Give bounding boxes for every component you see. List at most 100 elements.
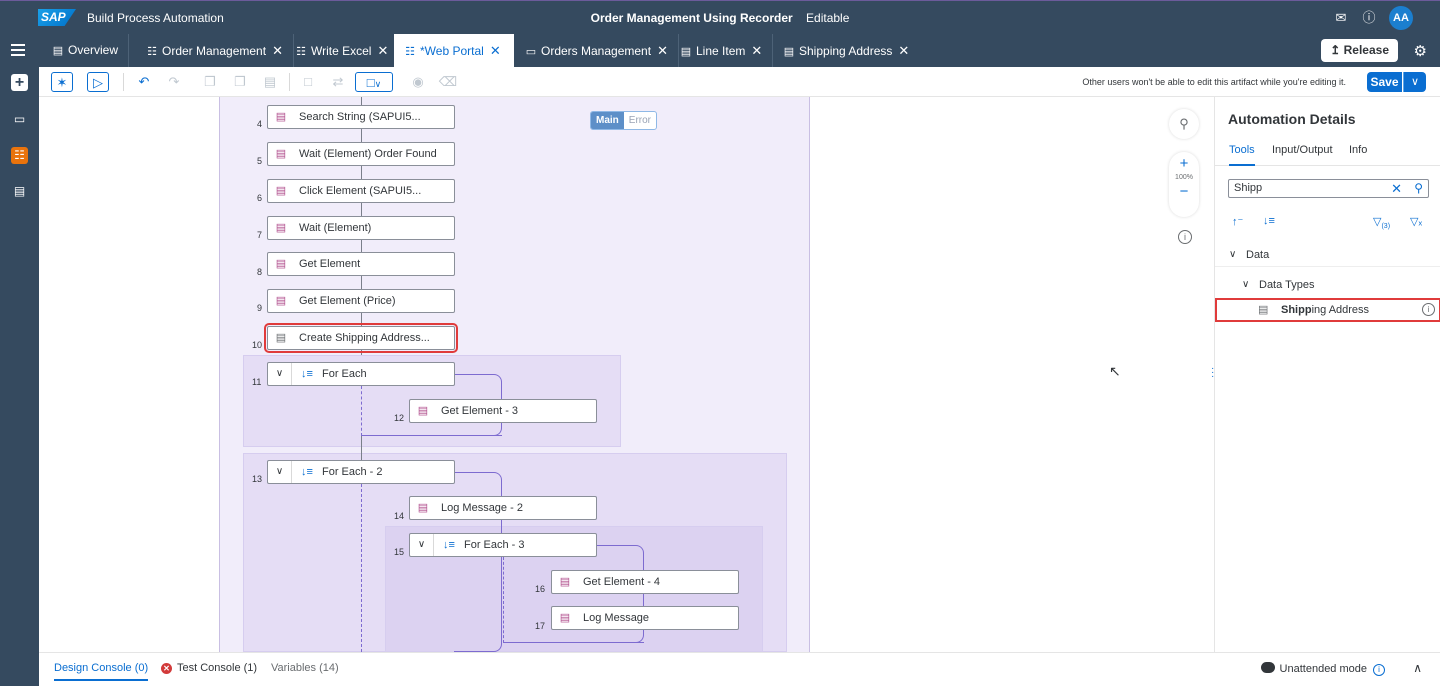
tab-label: Overview (68, 43, 119, 57)
chevron-down-icon[interactable]: ∨ (268, 363, 292, 385)
filter-icon[interactable]: ▽(3) (1373, 215, 1390, 230)
chevron-down-icon[interactable]: ∨ (1229, 243, 1236, 267)
loop-icon: ↓≡ (301, 466, 313, 478)
close-icon[interactable]: ✕ (490, 34, 501, 67)
save-options-button[interactable]: ∨ (1403, 72, 1426, 92)
tab-variables[interactable]: Variables (14) (271, 662, 339, 674)
zoom-level[interactable]: 100% (1169, 174, 1199, 182)
project-title: Order Management Using Recorder (590, 11, 793, 25)
clear-filter-icon[interactable]: ▽ₓ (1410, 215, 1422, 228)
tab-label: Shipping Address (799, 44, 893, 58)
close-icon[interactable]: ✕ (751, 34, 762, 67)
flow-lane: Main Error 4 ▤ Search String (SAPUI5... 5 … (219, 97, 810, 652)
toggle-main[interactable]: Main (591, 112, 624, 129)
step-get-element-4[interactable]: ▤ Get Element - 4 (551, 570, 739, 594)
chevron-down-icon[interactable]: ∨ (1242, 273, 1249, 297)
main-error-toggle[interactable]: Main Error (590, 111, 658, 130)
tab-test-console[interactable]: ✕ Test Console (1) (161, 662, 257, 674)
list-icon[interactable]: ▤ (11, 183, 28, 200)
step-click-element[interactable]: ▤ Click Element (SAPUI5... (267, 179, 455, 203)
debug-icon[interactable]: ✶ (51, 72, 73, 92)
zoom-out-icon[interactable]: − (1169, 182, 1199, 202)
close-icon[interactable]: ✕ (898, 34, 909, 67)
tab-info[interactable]: Info (1349, 144, 1367, 166)
info-icon[interactable]: i (1373, 664, 1385, 676)
clipboard-icon: ▤ (275, 148, 287, 160)
hide-icon[interactable]: ◉ (407, 72, 429, 92)
clear-icon[interactable]: ✕ (1391, 180, 1402, 197)
tab-shipping-address[interactable]: ▤ Shipping Address ✕ (773, 34, 919, 67)
canvas-search-icon[interactable]: ⚲ (1169, 109, 1199, 139)
chevron-up-icon[interactable]: ∧ (1413, 661, 1422, 675)
toggle-error[interactable]: Error (624, 112, 656, 129)
tab-line-item[interactable]: ▤ Line Item ✕ (670, 34, 774, 67)
step-create-shipping-address[interactable]: ▤ Create Shipping Address... (264, 323, 458, 353)
chevron-down-icon[interactable]: ∨ (410, 534, 434, 556)
avatar[interactable]: AA (1389, 6, 1413, 30)
editor-toolbar: ✶ ▷ ↶ ↷ ❐ ❐ ▤ □ ⇄ □∨ ◉ ⌫ Other users won… (39, 67, 1440, 97)
step-search-string[interactable]: ▤ Search String (SAPUI5... (267, 105, 455, 129)
step-get-element-price[interactable]: ▤ Get Element (Price) (267, 289, 455, 313)
tab-label: Orders Management (541, 44, 652, 58)
step-log-message[interactable]: ▤ Log Message (551, 606, 739, 630)
step-for-each[interactable]: ∨ ↓≡ For Each (267, 362, 455, 386)
step-label: For Each (322, 368, 367, 380)
hierarchy-icon[interactable]: ☷ (11, 147, 28, 164)
step-wait-element[interactable]: ▤ Wait (Element) (267, 216, 455, 240)
add-icon[interactable]: + (11, 74, 28, 91)
copy-icon[interactable]: ❐ (199, 72, 221, 92)
save-button[interactable]: Save (1367, 72, 1402, 92)
tab-input-output[interactable]: Input/Output (1272, 144, 1333, 166)
sort-ascending-icon[interactable]: ↑⁻ (1232, 215, 1243, 228)
unattended-mode[interactable]: Unattended mode i (1260, 662, 1385, 676)
redo-icon[interactable]: ↷ (163, 72, 185, 92)
add-step-icon[interactable]: □ (297, 72, 319, 92)
close-icon[interactable]: ✕ (377, 34, 388, 67)
search-icon[interactable]: ⚲ (1414, 180, 1423, 197)
chevron-down-icon[interactable]: ∨ (268, 461, 292, 483)
workflow-canvas[interactable]: Main Error 4 ▤ Search String (SAPUI5... 5 … (39, 97, 1214, 652)
tab-order-management[interactable]: ☷ Order Management ✕ (136, 34, 294, 67)
menu-icon[interactable] (11, 44, 25, 56)
tab-write-excel[interactable]: ☷ Write Excel ✕ (285, 34, 400, 67)
release-button[interactable]: ↥ Release (1321, 39, 1398, 62)
tab-orders-management[interactable]: ▭ Orders Management ✕ (515, 34, 679, 67)
zoom-in-icon[interactable]: + (1169, 154, 1199, 174)
step-for-each-3[interactable]: ∨ ↓≡ For Each - 3 (409, 533, 597, 557)
tree-node-data-types[interactable]: ∨ Data Types (1215, 273, 1440, 297)
info-icon[interactable]: i (1178, 230, 1192, 244)
step-log-message-2[interactable]: ▤ Log Message - 2 (409, 496, 597, 520)
select-mode-dropdown[interactable]: □∨ (355, 72, 393, 92)
tab-web-portal[interactable]: ☷ *Web Portal ✕ (394, 34, 514, 67)
tab-overview[interactable]: ▤ Overview (42, 34, 130, 67)
gear-icon[interactable]: ⚙ (1414, 42, 1427, 60)
close-icon[interactable]: ✕ (657, 34, 668, 67)
step-get-element-3[interactable]: ▤ Get Element - 3 (409, 399, 597, 423)
tab-tools[interactable]: Tools (1229, 144, 1255, 166)
separator (289, 73, 290, 91)
screen-icon: ▭ (525, 46, 537, 58)
step-get-element[interactable]: ▤ Get Element (267, 252, 455, 276)
clipboard-icon: ▤ (559, 576, 571, 588)
help-icon[interactable]: ⓘ (1361, 10, 1377, 26)
run-icon[interactable]: ▷ (87, 72, 109, 92)
monitor-icon[interactable]: ▭ (11, 111, 28, 128)
sap-logo[interactable]: SAP (38, 9, 76, 26)
delete-icon[interactable]: ⌫ (437, 72, 459, 92)
paste-icon[interactable]: ▤ (259, 72, 281, 92)
undo-icon[interactable]: ↶ (133, 72, 155, 92)
sort-descending-icon[interactable]: ↓≡ (1263, 215, 1275, 227)
tree-item-shipping-address[interactable]: ▤ Shipping Address i (1215, 298, 1440, 322)
tree-label: Shipping Address (1281, 298, 1369, 322)
swap-icon[interactable]: ⇄ (327, 72, 349, 92)
step-label: Get Element (299, 258, 361, 270)
tree-node-data[interactable]: ∨ Data (1215, 243, 1440, 267)
tab-design-console[interactable]: Design Console (0) (54, 662, 149, 681)
step-wait-order-found[interactable]: ▤ Wait (Element) Order Found (267, 142, 455, 166)
feedback-icon[interactable]: ✉ (1333, 10, 1349, 26)
cut-icon[interactable]: ❐ (229, 72, 251, 92)
step-for-each-2[interactable]: ∨ ↓≡ For Each - 2 (267, 460, 455, 484)
info-icon[interactable]: i (1422, 303, 1435, 316)
tools-search-input[interactable]: Shipp ✕ ⚲ (1228, 179, 1429, 198)
close-icon[interactable]: ✕ (272, 34, 283, 67)
